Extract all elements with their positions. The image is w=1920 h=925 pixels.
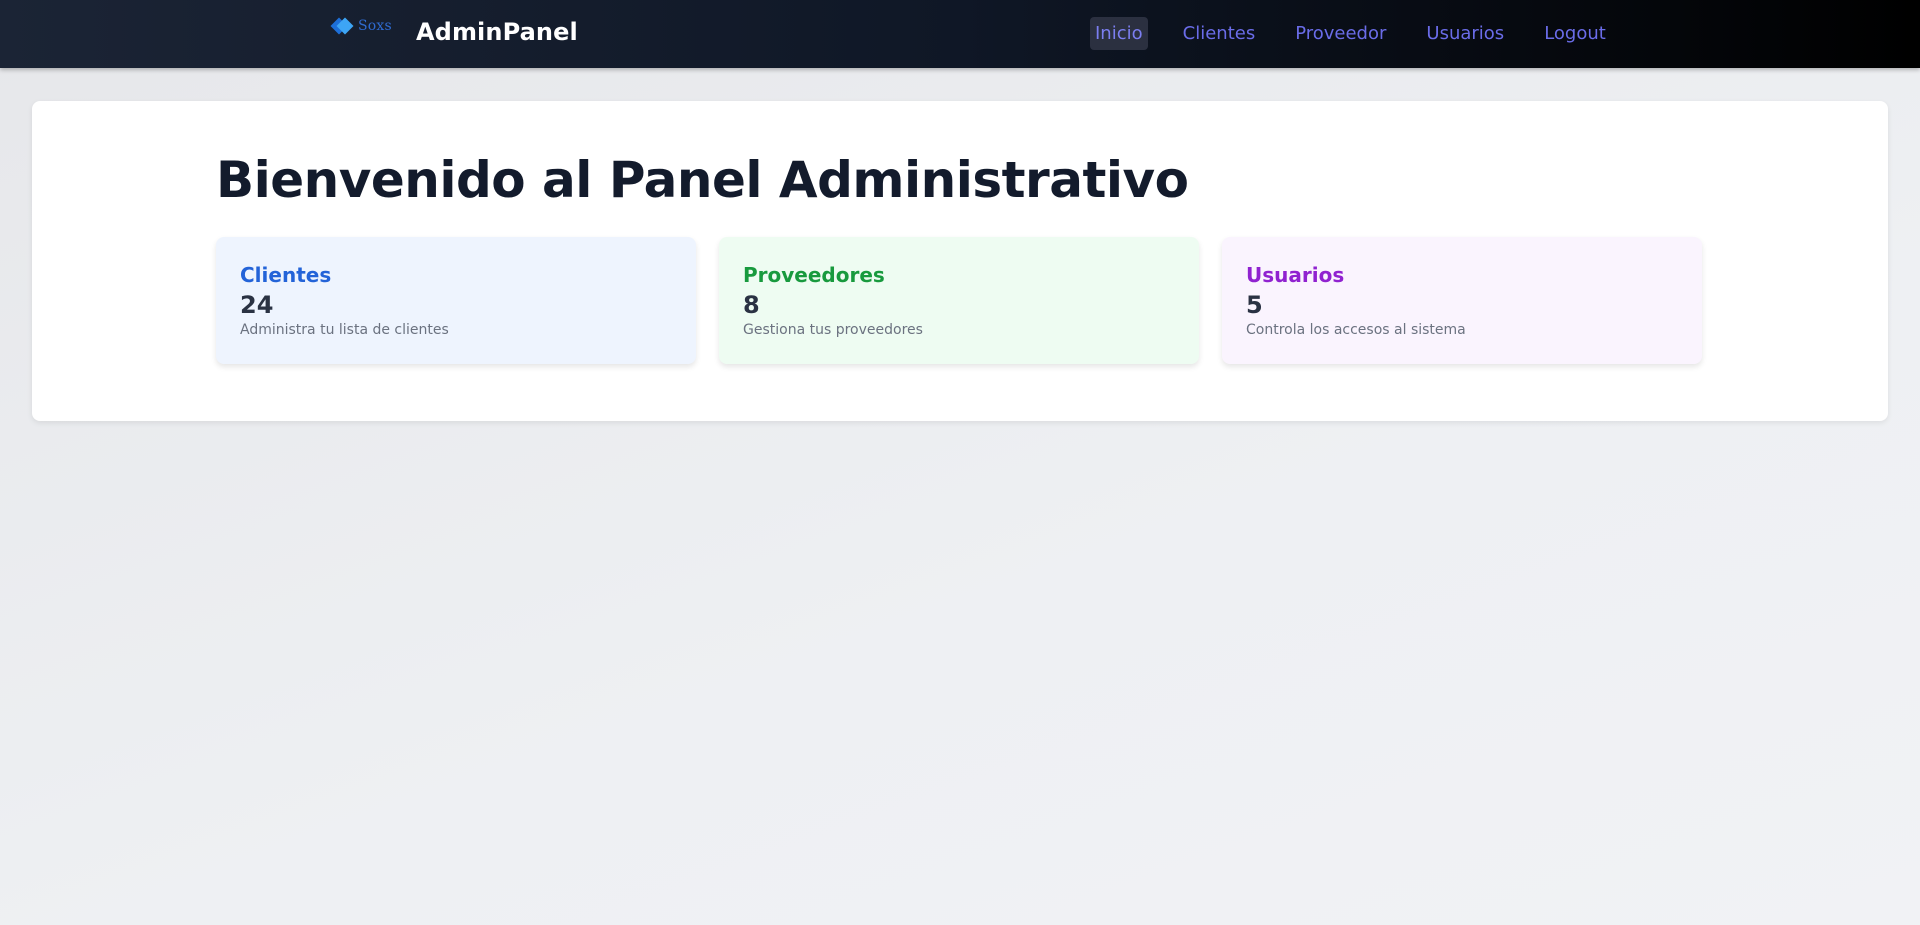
logo-diamond-icon	[330, 16, 355, 36]
nav-link-proveedor[interactable]: Proveedor	[1290, 17, 1391, 50]
card-usuarios[interactable]: Usuarios 5 Controla los accesos al siste…	[1222, 237, 1702, 364]
page-title: Bienvenido al Panel Administrativo	[216, 151, 1189, 209]
summary-cards: Clientes 24 Administra tu lista de clien…	[216, 237, 1702, 364]
card-description: Administra tu lista de clientes	[240, 322, 449, 338]
card-count: 5	[1246, 291, 1263, 319]
nav-link-logout[interactable]: Logout	[1539, 17, 1611, 50]
card-count: 8	[743, 291, 760, 319]
logo-text: Soxs	[358, 18, 392, 34]
nav-link-inicio[interactable]: Inicio	[1090, 16, 1148, 50]
card-count: 24	[240, 291, 274, 319]
card-title: Usuarios	[1246, 263, 1345, 287]
logo[interactable]: Soxs	[330, 14, 392, 38]
brand-title[interactable]: AdminPanel	[416, 18, 578, 46]
card-proveedores[interactable]: Proveedores 8 Gestiona tus proveedores	[719, 237, 1199, 364]
nav-link-usuarios[interactable]: Usuarios	[1421, 17, 1509, 50]
card-clientes[interactable]: Clientes 24 Administra tu lista de clien…	[216, 237, 696, 364]
nav-link-clientes[interactable]: Clientes	[1178, 17, 1261, 50]
card-title: Proveedores	[743, 263, 885, 287]
card-description: Controla los accesos al sistema	[1246, 322, 1466, 338]
nav-links: Inicio Clientes Proveedor Usuarios Logou…	[1090, 15, 1611, 51]
top-navbar: Soxs AdminPanel Inicio Clientes Proveedo…	[0, 0, 1920, 68]
main-panel: Bienvenido al Panel Administrativo Clien…	[32, 101, 1888, 421]
card-title: Clientes	[240, 263, 332, 287]
card-description: Gestiona tus proveedores	[743, 322, 923, 338]
